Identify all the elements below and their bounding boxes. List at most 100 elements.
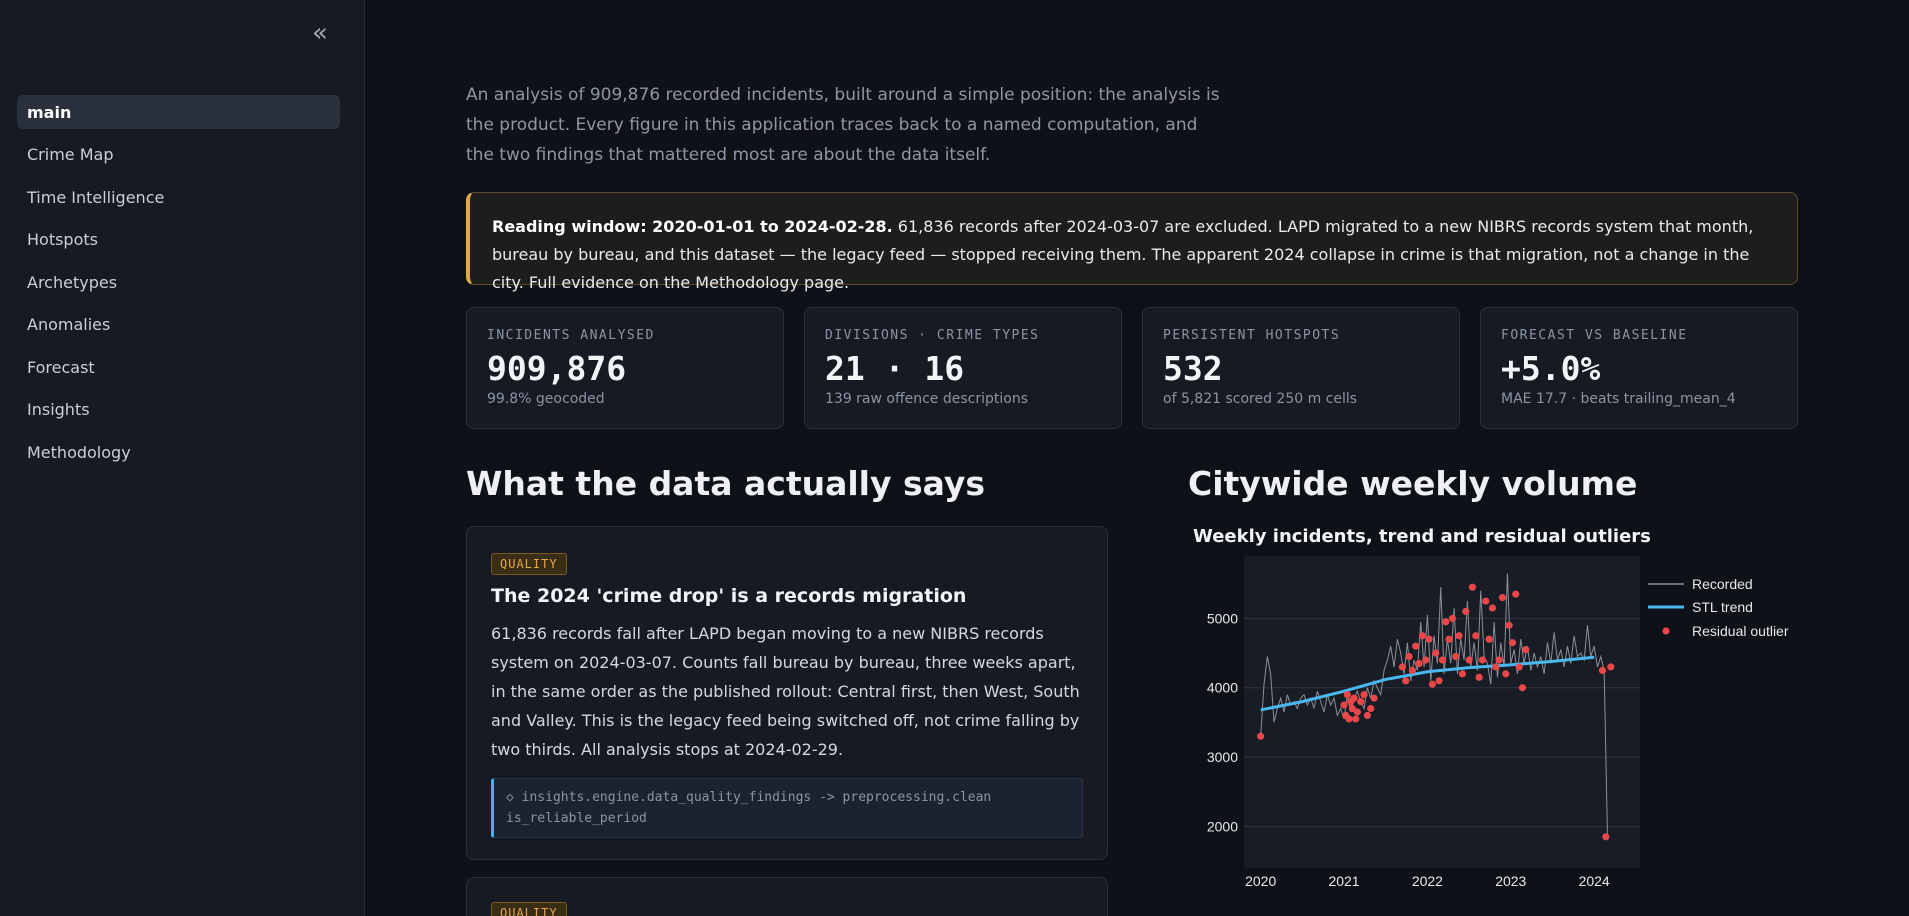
legend-recorded-label: Recorded (1692, 576, 1753, 592)
x-tick-label: 2022 (1412, 873, 1443, 889)
legend-trend-label: STL trend (1692, 599, 1753, 615)
kpi-label: DIVISIONS · CRIME TYPES (825, 328, 1040, 343)
outlier-point (1472, 632, 1480, 640)
kpi-value: 532 (1163, 349, 1223, 388)
outlier-point (1522, 646, 1530, 654)
outlier-point (1363, 711, 1371, 720)
intro-text: An analysis of 909,876 recorded incident… (466, 85, 1220, 165)
main-content: An analysis of 909,876 recorded incident… (366, 0, 1909, 916)
sidebar-item-crime-map[interactable]: Crime Map (17, 138, 340, 172)
outlier-point (1602, 833, 1610, 841)
outlier-point (1448, 614, 1457, 622)
kpi-value: 909,876 (487, 349, 627, 388)
sidebar-item-methodology[interactable]: Methodology (17, 435, 340, 469)
outlier-point (1465, 656, 1473, 664)
kpi-sub: MAE 17.7 · beats trailing_mean_4 (1501, 391, 1736, 407)
outlier-point (1475, 673, 1483, 681)
kpi-value: 21 · 16 (825, 349, 965, 388)
outlier-point (1340, 701, 1348, 709)
findings-title: What the data actually says (466, 464, 986, 503)
outlier-point (1512, 590, 1520, 598)
collapse-sidebar-icon[interactable]: « (306, 20, 334, 48)
sidebar-item-anomalies[interactable]: Anomalies (17, 308, 340, 342)
outlier-point (1478, 656, 1487, 664)
outlier-point (1468, 583, 1477, 591)
outlier-point (1498, 594, 1507, 602)
quality-tag: QUALITY (491, 553, 567, 575)
outlier-point (1598, 666, 1607, 674)
x-tick-label: 2020 (1245, 873, 1276, 889)
kpi-sub: 139 raw offence descriptions (825, 391, 1028, 407)
outlier-point (1405, 652, 1413, 661)
kpi-sub: of 5,821 scored 250 m cells (1163, 391, 1358, 407)
outlier-point (1415, 659, 1423, 668)
kpi-hotspots: PERSISTENT HOTSPOTS 532 of 5,821 scored … (1142, 307, 1460, 429)
outlier-point (1367, 704, 1375, 713)
finding-title: The 2024 'crime drop' is a records migra… (491, 585, 967, 607)
outlier-point (1515, 663, 1523, 671)
legend-outlier-label: Residual outlier (1692, 623, 1789, 639)
kpi-label: INCIDENTS ANALYSED (487, 328, 655, 343)
outlier-point (1432, 649, 1440, 657)
kpi-sub: 99.8% geocoded (487, 391, 605, 407)
outlier-point (1257, 732, 1265, 740)
outlier-point (1345, 715, 1353, 723)
finding-card: QUALITY (466, 877, 1108, 916)
outlier-point (1495, 656, 1503, 664)
outlier-point (1442, 618, 1450, 626)
kpi-incidents: INCIDENTS ANALYSED 909,876 99.8% geocode… (466, 307, 784, 429)
sidebar-nav: main Crime Map Time Intelligence Hotspot… (17, 95, 340, 478)
x-tick-label: 2021 (1328, 873, 1359, 889)
outlier-point (1435, 677, 1443, 685)
outlier-point (1482, 597, 1490, 605)
chart-svg: 2000 3000 4000 5000 2020 2021 2022 2023 2024 Reco… (1207, 556, 1789, 889)
outlier-point (1502, 670, 1510, 678)
outlier-point (1412, 642, 1420, 650)
outlier-point (1518, 684, 1527, 692)
kpi-divisions: DIVISIONS · CRIME TYPES 21 · 16 139 raw … (804, 307, 1122, 429)
reading-window-callout: Reading window: 2020-01-01 to 2024-02-28… (466, 192, 1798, 292)
outlier-point (1458, 670, 1467, 678)
outlier-point (1398, 663, 1406, 671)
outlier-point (1357, 698, 1365, 706)
outlier-point (1370, 694, 1378, 702)
sidebar-item-time-intelligence[interactable]: Time Intelligence (17, 180, 340, 214)
outlier-point (1445, 635, 1453, 643)
chart-title: Weekly incidents, trend and residual out… (1193, 526, 1651, 547)
finding-card: QUALITY The 2024 'crime drop' is a recor… (466, 526, 1108, 860)
outlier-point (1607, 663, 1615, 671)
outlier-point (1360, 691, 1368, 699)
outlier-point (1353, 708, 1361, 716)
chart-section-title: Citywide weekly volume (1188, 464, 1638, 503)
outlier-point (1488, 604, 1497, 612)
sidebar-item-insights[interactable]: Insights (17, 393, 340, 427)
legend-outlier-swatch (1662, 627, 1670, 635)
kpi-label: FORECAST VS BASELINE (1501, 328, 1688, 343)
outlier-point (1428, 680, 1437, 688)
outlier-point (1508, 639, 1517, 647)
outlier-point (1343, 691, 1351, 699)
x-tick-label: 2023 (1495, 873, 1526, 889)
sidebar-item-archetypes[interactable]: Archetypes (17, 265, 340, 299)
kpi-value: +5.0% (1501, 349, 1601, 388)
outlier-point (1350, 694, 1358, 702)
callout-bold: Reading window: 2020-01-01 to 2024-02-28… (492, 217, 893, 236)
sidebar: « main Crime Map Time Intelligence Hotsp… (0, 0, 365, 916)
sidebar-item-main[interactable]: main (17, 95, 340, 129)
sidebar-item-forecast[interactable]: Forecast (17, 350, 340, 384)
outlier-point (1352, 715, 1360, 723)
outlier-point (1455, 632, 1463, 640)
outlier-point (1452, 652, 1460, 661)
outlier-point (1438, 656, 1447, 664)
plot-area (1244, 556, 1640, 868)
outlier-point (1422, 656, 1430, 664)
outlier-point (1485, 635, 1493, 643)
y-tick-label: 3000 (1207, 749, 1238, 765)
outlier-point (1425, 635, 1433, 643)
x-tick-label: 2024 (1579, 873, 1610, 889)
sidebar-item-hotspots[interactable]: Hotspots (17, 223, 340, 257)
code-reference: ◇ insights.engine.data_quality_findings … (491, 778, 1083, 838)
outlier-point (1408, 666, 1417, 674)
finding-body: 61,836 records fall after LAPD began mov… (491, 624, 1080, 759)
outlier-point (1462, 607, 1470, 616)
